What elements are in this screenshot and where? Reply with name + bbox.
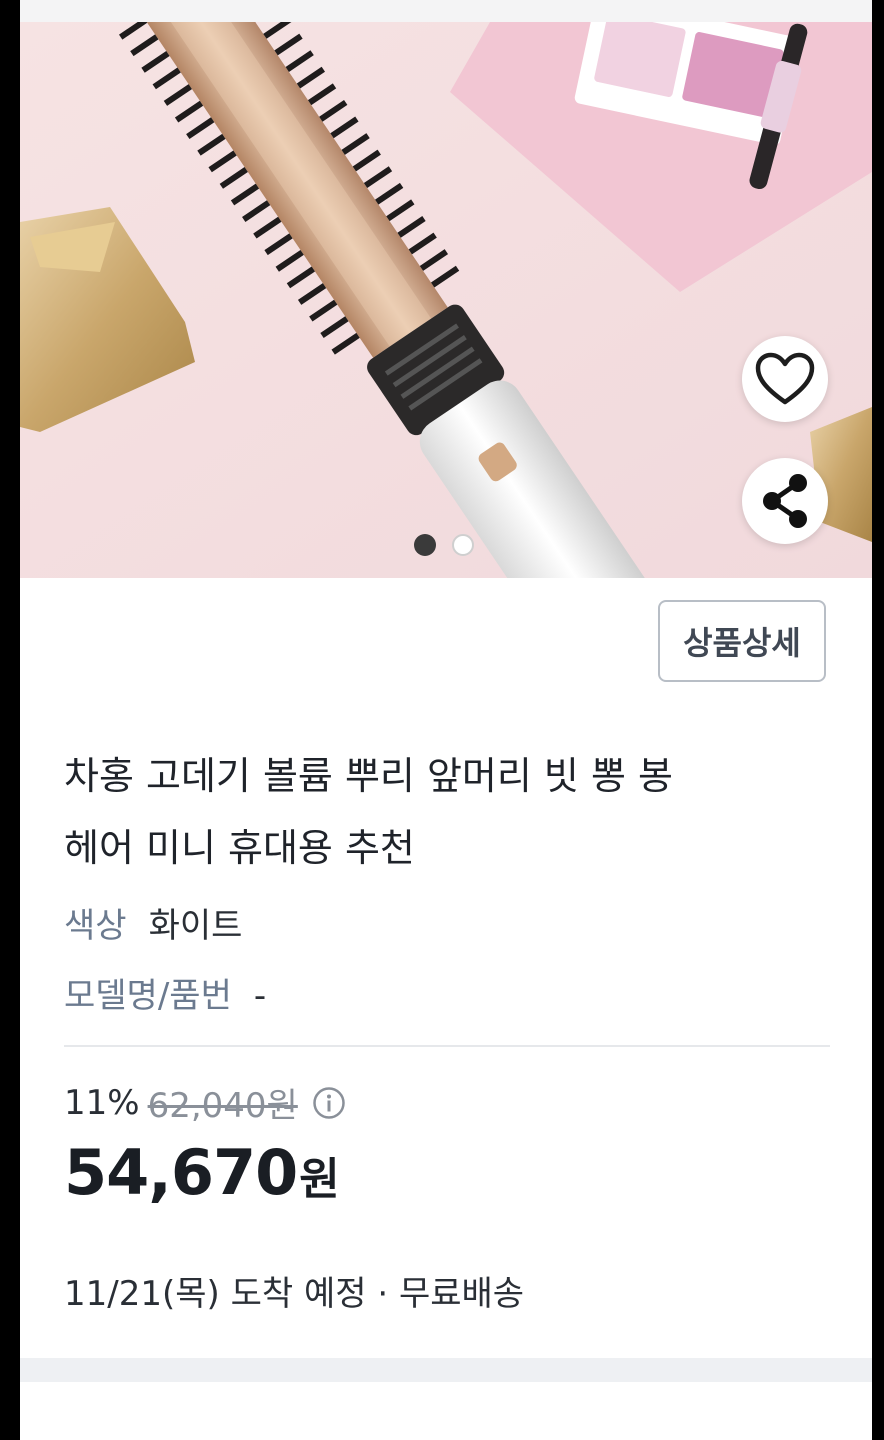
- spec-model-value: -: [253, 976, 267, 1016]
- wishlist-button[interactable]: [742, 336, 828, 422]
- status-bar-edge: [20, 0, 872, 22]
- original-price: 62,040원: [147, 1086, 298, 1126]
- carousel-dot-active[interactable]: [414, 534, 436, 556]
- spec-color-value: 화이트: [148, 906, 243, 946]
- product-detail-button[interactable]: 상품상세: [658, 600, 826, 682]
- share-icon: [763, 474, 807, 528]
- sale-price-currency: 원: [299, 1154, 339, 1205]
- sale-price-amount: 54,670: [64, 1136, 298, 1209]
- product-title-line2: 헤어 미니 휴대용 추천: [64, 826, 415, 870]
- carousel-indicator: [414, 534, 474, 556]
- heart-outline-icon: [755, 352, 815, 405]
- info-circle-icon[interactable]: [312, 1086, 346, 1120]
- sale-price: 54,670 원: [64, 1136, 340, 1209]
- spec-model-row: 모델명/품번 -: [64, 976, 266, 1016]
- section-separator: [20, 1358, 872, 1382]
- discount-row: 11% 62,040원: [64, 1078, 346, 1127]
- product-title: 차홍 고데기 볼륨 뿌리 앞머리 빗 뽕 봉 헤어 미니 휴대용 추천: [64, 740, 804, 884]
- discount-rate: 11%: [64, 1082, 140, 1123]
- product-page: 상품상세 차홍 고데기 볼륨 뿌리 앞머리 빗 뽕 봉 헤어 미니 휴대용 추천…: [20, 0, 872, 1440]
- delivery-info: 11/21(목) 도착 예정 · 무료배송: [64, 1274, 525, 1314]
- product-title-line1: 차홍 고데기 볼륨 뿌리 앞머리 빗 뽕 봉: [64, 754, 673, 798]
- spec-color-label: 색상: [64, 906, 127, 946]
- product-image-carousel[interactable]: [20, 22, 872, 578]
- share-button[interactable]: [742, 458, 828, 544]
- divider: [64, 1045, 830, 1047]
- spec-model-label: 모델명/품번: [64, 976, 232, 1016]
- carousel-dot[interactable]: [452, 534, 474, 556]
- spec-color-row: 색상 화이트: [64, 906, 242, 946]
